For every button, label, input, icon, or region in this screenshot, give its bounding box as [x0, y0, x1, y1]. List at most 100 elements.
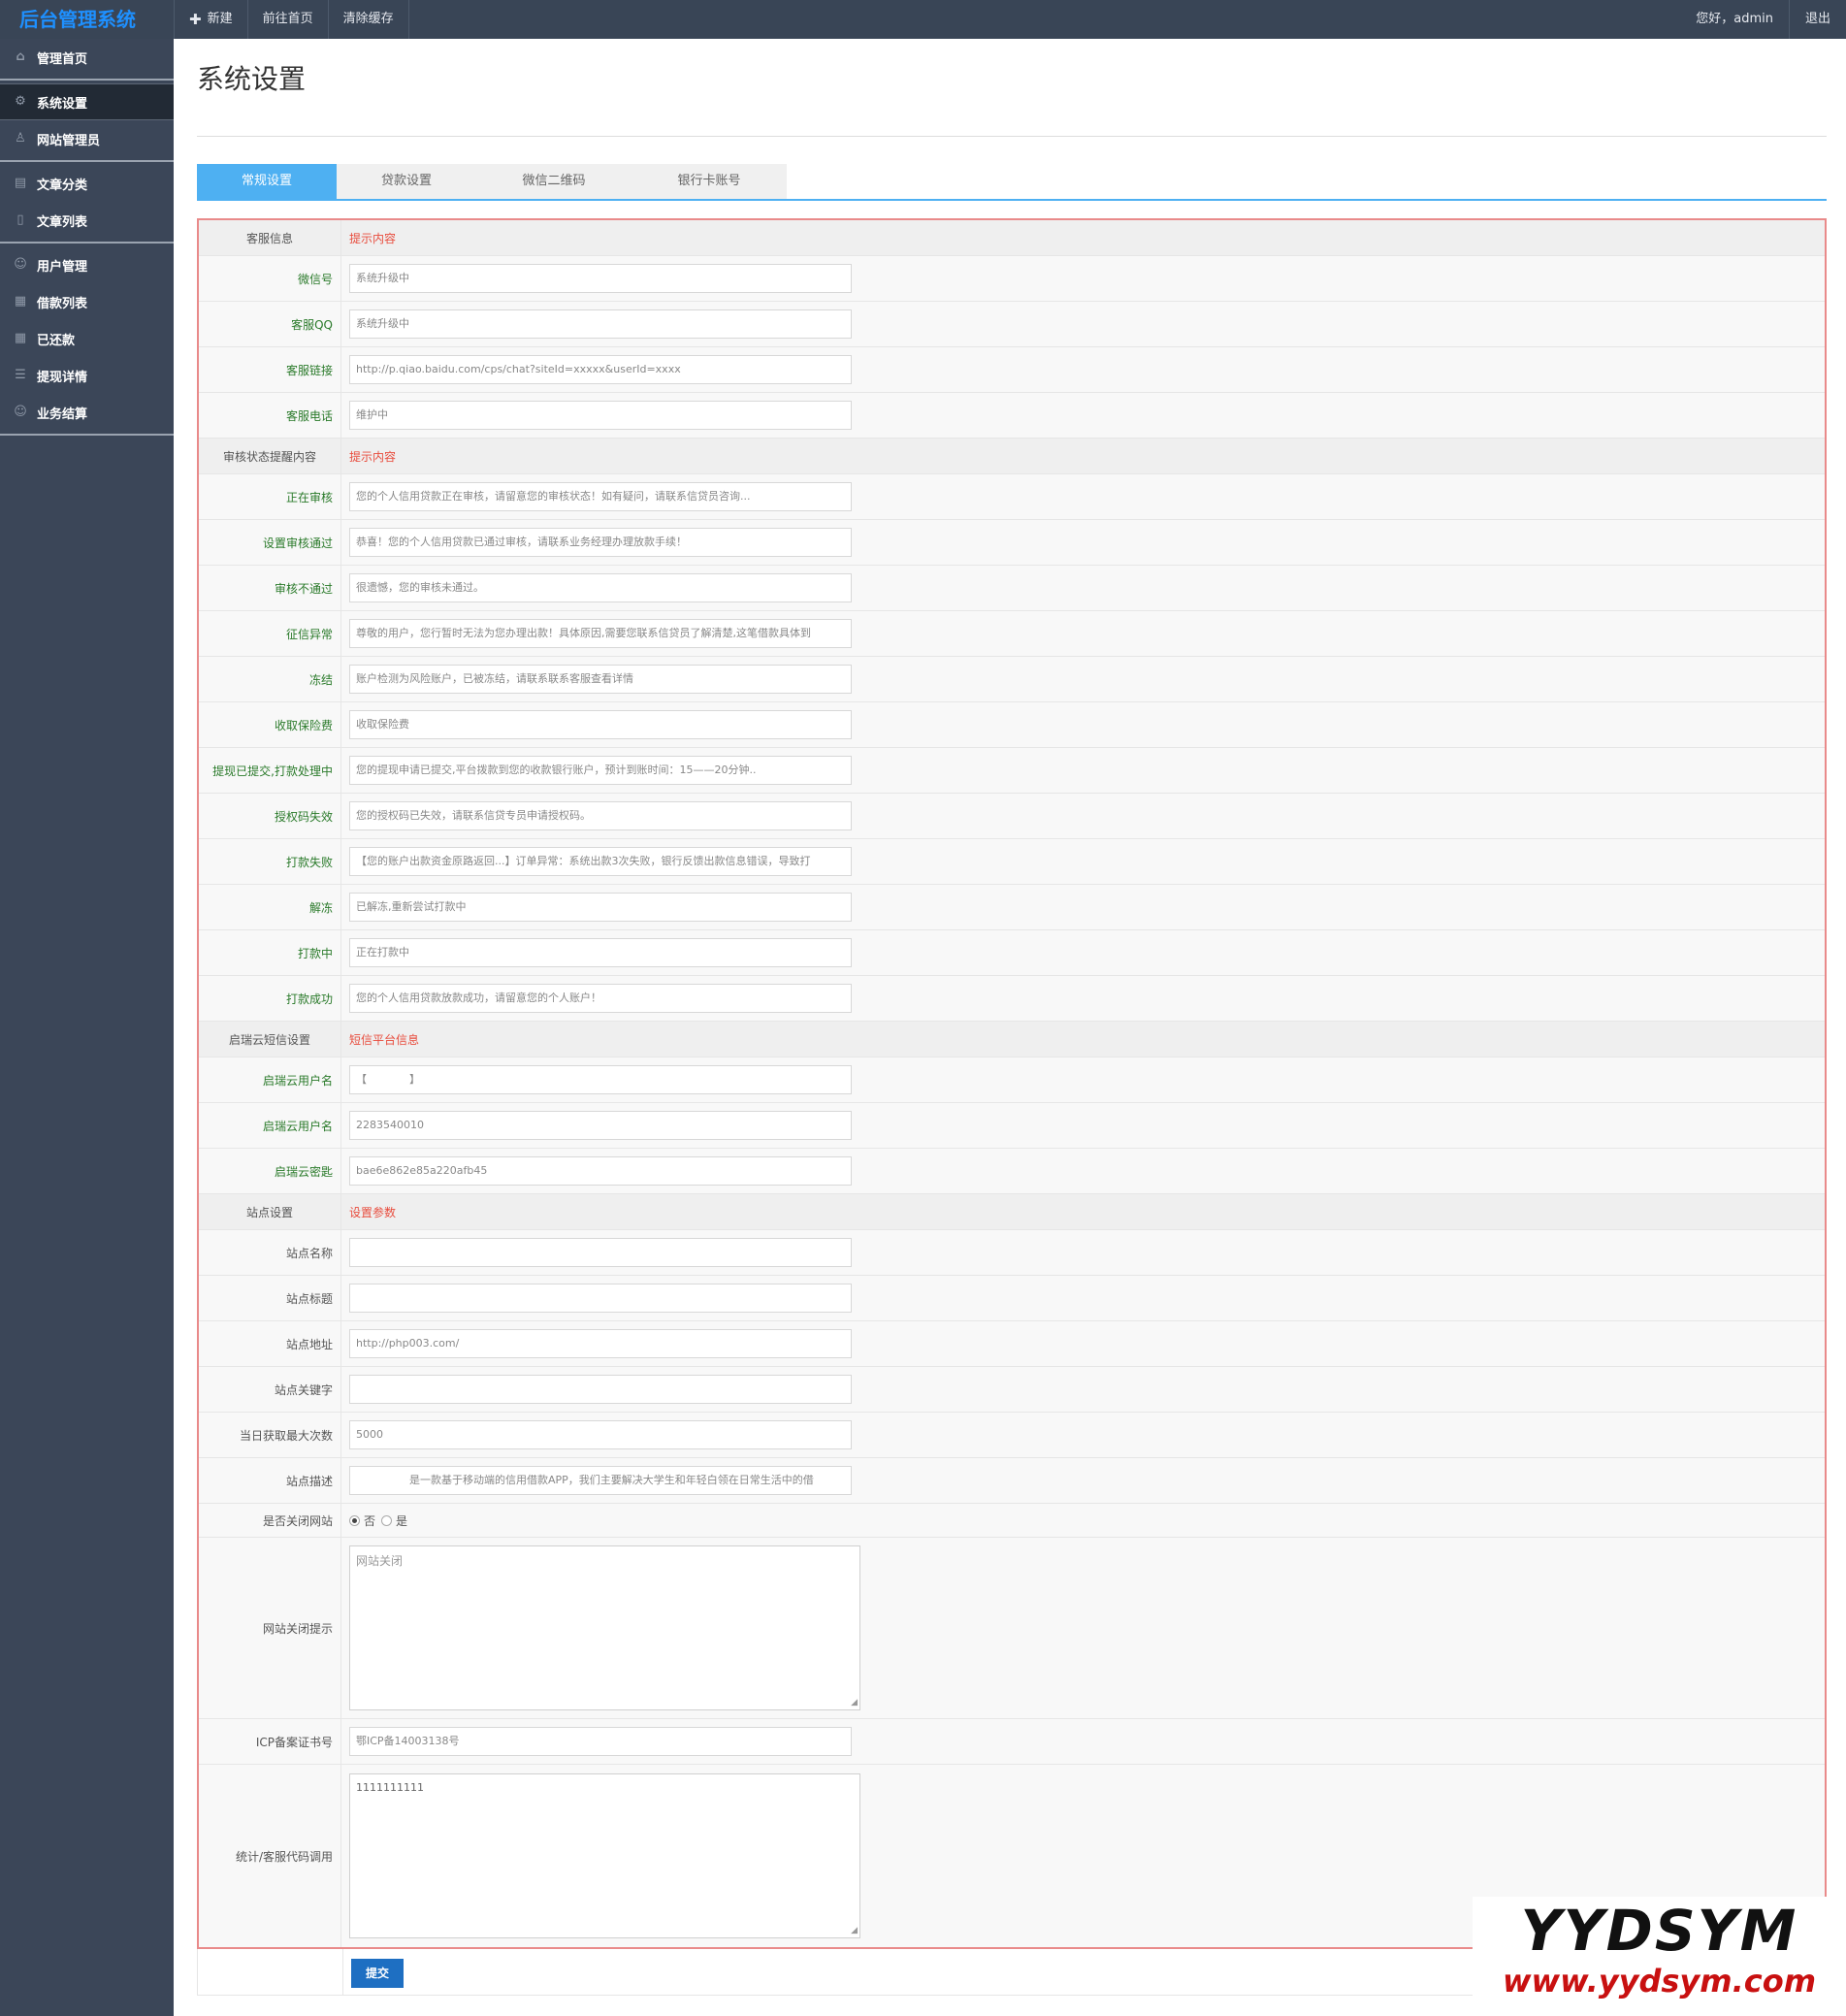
pay-failed-input[interactable]: 【您的账户出款资金原路返回...】订单异常：系统出款3次失败，银行反馈出款信息错…	[349, 847, 852, 876]
site-name-input[interactable]	[349, 1238, 852, 1267]
sms-username-input[interactable]: 【 】	[349, 1065, 852, 1094]
watermark-logo: YYDSYM www.yydsym.com	[1473, 1897, 1846, 2008]
logout-link[interactable]: 退出	[1788, 0, 1846, 39]
new-button[interactable]: ✚ 新建	[174, 0, 247, 39]
radio-yes[interactable]	[381, 1514, 393, 1526]
document-icon: ▯	[16, 212, 24, 227]
sidebar-item-article-list[interactable]: ▯ 文章列表	[0, 202, 174, 239]
withdraw-submitted-input[interactable]: 您的提现申请已提交,平台拨款到您的收款银行账户，预计到账时间：15——20分钟.…	[349, 756, 852, 785]
section-audit-messages: 审核状态提醒内容 提示内容	[199, 439, 1825, 474]
site-url-input[interactable]: http://php003.com/	[349, 1329, 852, 1358]
form-row: 授权码失效 您的授权码已失效，请联系信贷专员申请授权码。	[199, 794, 1825, 839]
wechat-input[interactable]: 系统升级中	[349, 264, 852, 293]
app-brand[interactable]: 后台管理系统	[0, 0, 174, 39]
sidebar-item-users[interactable]: ☺ 用户管理	[0, 246, 174, 283]
sidebar: ⌂ 管理首页 ⚙ 系统设置 ♙ 网站管理员 ▤ 文章分类 ▯ 文章列表 ☺ 用户管理 ▦ 借款…	[0, 39, 174, 2016]
user-greeting[interactable]: 您好，admin	[1680, 0, 1789, 39]
users-icon: ☺	[14, 405, 27, 419]
reviewing-input[interactable]: 您的个人信用贷款正在审核，请留意您的审核状态！如有疑问，请联系信贷员咨询...	[349, 482, 852, 511]
section-customer-service: 客服信息 提示内容	[199, 220, 1825, 256]
watermark-text: YYDSYM	[1520, 1898, 1798, 1964]
site-description-input[interactable]: 是一款基于移动端的信用借款APP，我们主要解决大学生和年轻白领在日常生活中的借	[349, 1466, 852, 1495]
tab-wechat-qr[interactable]: 微信二维码	[476, 164, 632, 199]
sidebar-divider	[0, 160, 174, 162]
sms-key-input[interactable]: bae6e862e85a220afb45	[349, 1156, 852, 1186]
form-row: 客服电话 维护中	[199, 393, 1825, 439]
sidebar-item-system-settings[interactable]: ⚙ 系统设置	[0, 83, 174, 120]
plus-icon: ✚	[189, 11, 202, 28]
site-title-input[interactable]	[349, 1284, 852, 1313]
sidebar-item-site-admins[interactable]: ♙ 网站管理员	[0, 120, 174, 157]
form-row: 冻结 账户检测为风险账户，已被冻结，请联系联系客服查看详情	[199, 657, 1825, 702]
book-icon: ▤	[14, 176, 27, 190]
icp-input[interactable]: 鄂ICP备14003138号	[349, 1727, 852, 1756]
frozen-input[interactable]: 账户检测为风险账户，已被冻结，请联系联系客服查看详情	[349, 665, 852, 694]
form-row: 微信号 系统升级中	[199, 256, 1825, 302]
sidebar-item-repaid[interactable]: ▦ 已还款	[0, 320, 174, 357]
sms-username-2-input[interactable]: 2283540010	[349, 1111, 852, 1140]
top-bar: 后台管理系统 ✚ 新建 前往首页 清除缓存 您好，admin 退出	[0, 0, 1846, 39]
rejected-input[interactable]: 很遗憾，您的审核未通过。	[349, 573, 852, 602]
form-row: 打款失败 【您的账户出款资金原路返回...】订单异常：系统出款3次失败，银行反馈出…	[199, 839, 1825, 885]
tab-bank-account[interactable]: 银行卡账号	[632, 164, 787, 199]
sidebar-item-settlement[interactable]: ☺ 业务结算	[0, 394, 174, 431]
form-row: 征信异常 尊敬的用户，您行暂时无法为您办理出款！具体原因,需要您联系信贷员了解清楚…	[199, 611, 1825, 657]
form-row: 收取保险费 收取保险费	[199, 702, 1825, 748]
home-icon: ⌂	[16, 49, 25, 64]
form-row: 正在审核 您的个人信用贷款正在审核，请留意您的审核状态！如有疑问，请联系信贷员咨询…	[199, 474, 1825, 520]
form-row: 打款成功 您的个人信用贷款放款成功，请留意您的个人账户！	[199, 976, 1825, 1022]
qq-input[interactable]: 系统升级中	[349, 309, 852, 339]
watermark-url: www.yydsym.com	[1502, 1963, 1817, 2000]
form-row: ICP备案证书号 鄂ICP备14003138号	[199, 1719, 1825, 1765]
go-home-link[interactable]: 前往首页	[246, 0, 328, 39]
pay-success-input[interactable]: 您的个人信用贷款放款成功，请留意您的个人账户！	[349, 984, 852, 1013]
gear-icon: ⚙	[15, 94, 26, 109]
settings-tabs: 常规设置 贷款设置 微信二维码 银行卡账号	[197, 164, 1827, 201]
resize-handle-icon[interactable]: ◢	[851, 1926, 858, 1935]
form-row: 网站关闭提示 网站关闭 ◢	[199, 1538, 1825, 1719]
section-hint: 设置参数	[349, 1205, 397, 1219]
tab-loan[interactable]: 贷款设置	[337, 164, 476, 199]
sidebar-divider	[0, 434, 174, 436]
form-row: 启瑞云用户名 2283540010	[199, 1103, 1825, 1149]
form-row: 站点标题	[199, 1276, 1825, 1321]
approved-input[interactable]: 恭喜！您的个人信用贷款已通过审核，请联系业务经理办理放款手续！	[349, 528, 852, 557]
top-nav: ✚ 新建 前往首页 清除缓存	[174, 0, 409, 39]
users-icon: ☺	[14, 257, 27, 272]
service-phone-input[interactable]: 维护中	[349, 401, 852, 430]
credit-abnormal-input[interactable]: 尊敬的用户，您行暂时无法为您办理出款！具体原因,需要您联系信贷员了解清楚,这笔借…	[349, 619, 852, 648]
auth-invalid-input[interactable]: 您的授权码已失效，请联系信贷专员申请授权码。	[349, 801, 852, 830]
sidebar-item-loan-list[interactable]: ▦ 借款列表	[0, 283, 174, 320]
grid-icon: ▦	[14, 294, 27, 309]
daily-max-input[interactable]: 5000	[349, 1420, 852, 1449]
resize-handle-icon[interactable]: ◢	[851, 1698, 858, 1707]
section-site-settings: 站点设置 设置参数	[199, 1194, 1825, 1230]
sidebar-item-dashboard[interactable]: ⌂ 管理首页	[0, 39, 174, 76]
insurance-input[interactable]: 收取保险费	[349, 710, 852, 739]
section-hint: 短信平台信息	[349, 1032, 420, 1047]
form-row: 提现已提交,打款处理中 您的提现申请已提交,平台拨款到您的收款银行账户，预计到账时…	[199, 748, 1825, 794]
sidebar-item-article-categories[interactable]: ▤ 文章分类	[0, 165, 174, 202]
top-right: 您好，admin 退出	[1680, 0, 1846, 39]
sidebar-divider	[0, 242, 174, 244]
radio-no[interactable]	[349, 1514, 360, 1526]
grid-icon: ▦	[14, 331, 27, 345]
stats-code-textarea[interactable]: 1111111111 ◢	[349, 1773, 860, 1938]
close-tip-textarea[interactable]: 网站关闭 ◢	[349, 1545, 860, 1710]
close-site-radios: 否 是	[349, 1512, 407, 1529]
section-sms-settings: 启瑞云短信设置 短信平台信息	[199, 1022, 1825, 1057]
clear-cache-link[interactable]: 清除缓存	[327, 0, 409, 39]
form-row: 客服QQ 系统升级中	[199, 302, 1825, 347]
sidebar-divider	[0, 79, 174, 81]
form-row: 站点地址 http://php003.com/	[199, 1321, 1825, 1367]
site-keywords-input[interactable]	[349, 1375, 852, 1404]
paying-input[interactable]: 正在打款中	[349, 938, 852, 967]
sidebar-item-withdraw-details[interactable]: ☰ 提现详情	[0, 357, 174, 394]
form-row: 解冻 已解冻,重新尝试打款中	[199, 885, 1825, 930]
service-link-input[interactable]: http://p.qiao.baidu.com/cps/chat?siteId=…	[349, 355, 852, 384]
tab-general[interactable]: 常规设置	[197, 164, 337, 199]
form-row: 启瑞云密匙 bae6e862e85a220afb45	[199, 1149, 1825, 1194]
submit-button[interactable]: 提交	[351, 1959, 404, 1988]
page-title: 系统设置	[197, 63, 307, 95]
unfreeze-input[interactable]: 已解冻,重新尝试打款中	[349, 893, 852, 922]
